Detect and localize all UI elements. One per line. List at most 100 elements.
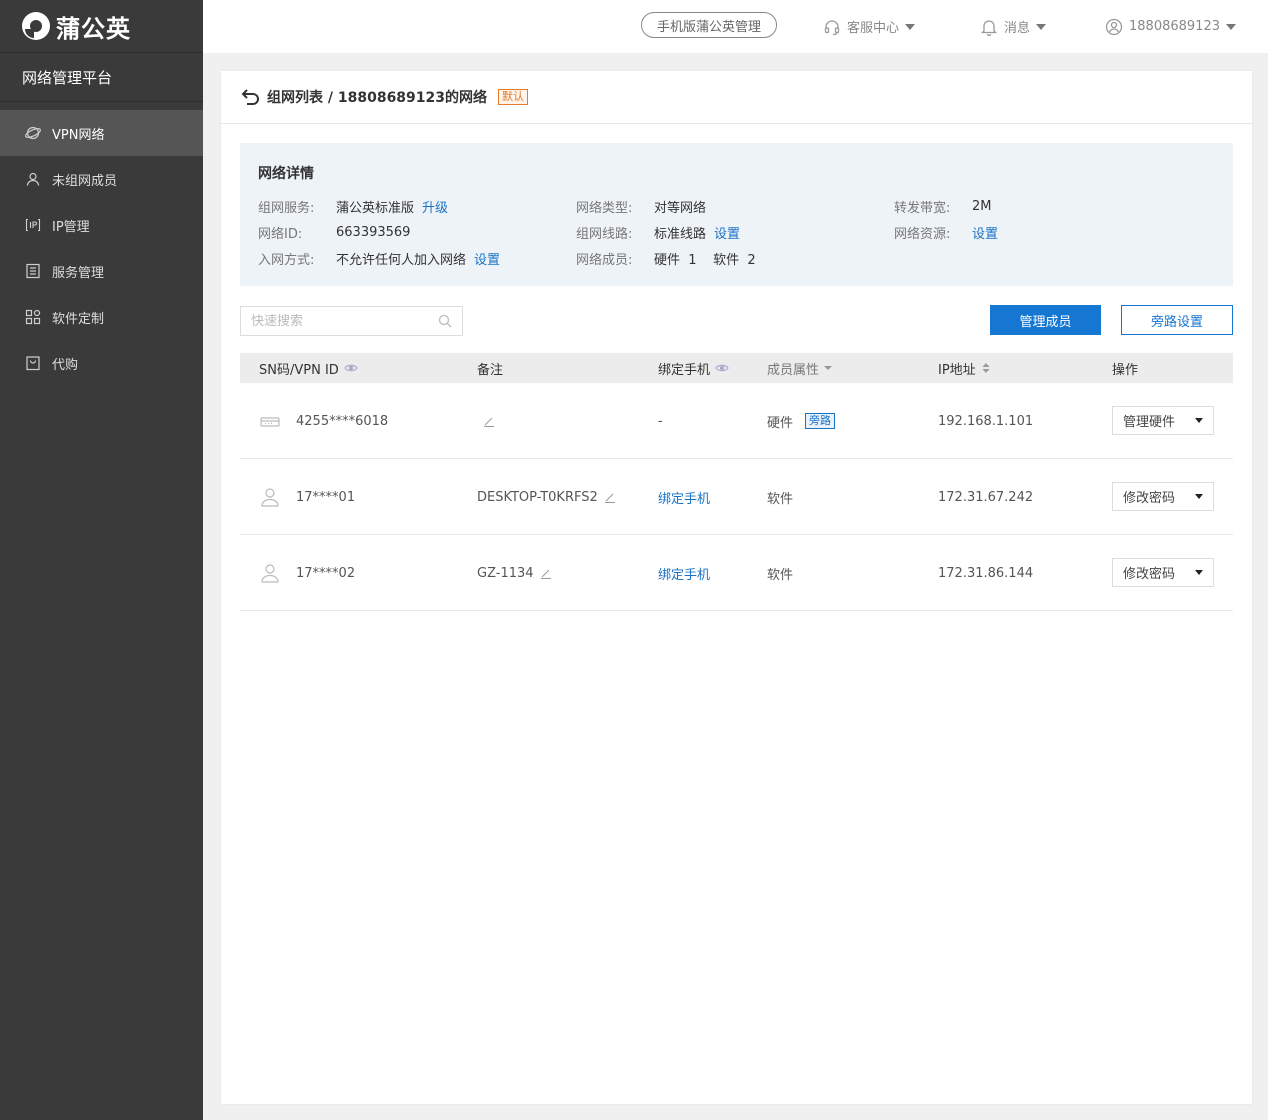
search-icon[interactable] <box>438 314 452 328</box>
details-row: 组网服务: 蒲公英标准版 升级 网络类型: 对等网络 转发带宽: 2M <box>258 197 1215 216</box>
logo-icon <box>22 12 50 40</box>
sidebar-item-service-management[interactable]: 服务管理 <box>0 248 203 294</box>
cell-ip: 192.168.1.101 <box>938 413 1034 429</box>
bypass-settings-button[interactable]: 旁路设置 <box>1121 305 1233 335</box>
mobile-version-button[interactable]: 手机版蒲公英管理 <box>641 12 777 38</box>
remark-value: GZ-1134 <box>477 565 534 581</box>
eye-icon[interactable] <box>344 363 358 373</box>
back-arrow-icon[interactable] <box>240 86 262 108</box>
cell-sn: 17****02 <box>259 535 355 611</box>
eye-icon[interactable] <box>715 363 729 373</box>
cell-ip: 172.31.67.242 <box>938 489 1034 505</box>
action-label: 管理硬件 <box>1123 415 1176 430</box>
cell-attr: 硬件 旁路 <box>767 383 836 459</box>
table-header: SN码/VPN ID 备注 绑定手机 成员属性 IP地址 操作 <box>240 353 1233 383</box>
logo[interactable]: 蒲公英 <box>0 0 203 53</box>
join-method-field: 入网方式: 不允许任何人加入网络 设置 <box>258 249 500 268</box>
sidebar-item-label: 软件定制 <box>52 311 105 327</box>
join-method-value: 不允许任何人加入网络 <box>336 253 467 268</box>
sn-value: 17****01 <box>296 489 356 505</box>
person-icon <box>261 488 279 507</box>
network-type-label: 网络类型: <box>576 201 633 216</box>
router-icon <box>260 417 280 427</box>
network-id-value: 663393569 <box>336 225 411 240</box>
grid-icon <box>24 308 42 326</box>
network-type-value: 对等网络 <box>654 201 707 216</box>
card-header: 组网列表 / 18808689123的网络 默认 <box>221 71 1252 124</box>
bandwidth-label: 转发带宽: <box>894 201 951 216</box>
filter-caret-icon <box>824 366 833 370</box>
sidebar-item-label: 服务管理 <box>52 265 105 281</box>
join-settings-link[interactable]: 设置 <box>474 249 500 268</box>
support-center-menu[interactable]: 客服中心 <box>823 0 916 53</box>
sidebar-item-label: 代购 <box>52 357 79 373</box>
sn-value: 17****02 <box>296 565 356 581</box>
messages-menu[interactable]: 消息 <box>980 0 1047 53</box>
edit-icon[interactable] <box>604 491 616 503</box>
manage-members-button[interactable]: 管理成员 <box>990 305 1101 335</box>
edit-icon[interactable] <box>483 415 495 427</box>
network-line-value: 标准线路 <box>654 227 707 242</box>
sidebar-item-label: VPN网络 <box>52 127 105 143</box>
resource-settings-link[interactable]: 设置 <box>972 223 998 242</box>
network-members-value: 硬件 1 软件 2 <box>654 253 756 268</box>
network-members-label: 网络成员: <box>576 253 633 268</box>
sidebar-item-label: IP管理 <box>52 219 90 235</box>
cell-attr: 软件 <box>767 567 794 583</box>
line-settings-link[interactable]: 设置 <box>714 223 740 242</box>
upgrade-link[interactable]: 升级 <box>422 197 448 216</box>
bell-icon <box>980 19 998 36</box>
search-input[interactable] <box>251 313 438 329</box>
cell-phone: - <box>658 413 663 429</box>
chevron-down-icon <box>1195 418 1203 423</box>
table-row: 17****01 DESKTOP-T0KRFS2 绑定手机 软件 172.31.… <box>240 459 1233 535</box>
sidebar-item-purchase[interactable]: 代购 <box>0 340 203 386</box>
column-header-attr[interactable]: 成员属性 <box>767 353 833 383</box>
cell-ip: 172.31.86.144 <box>938 565 1034 581</box>
sidebar-item-label: 未组网成员 <box>52 173 118 189</box>
sidebar-nav: VPN网络 未组网成员 IP管理 服务管理 软件定制 代购 <box>0 110 203 386</box>
table-row: 4255****6018 - 硬件 旁路 192.168.1.101 管理硬件 <box>240 383 1233 459</box>
account-menu[interactable]: 18808689123 <box>1105 0 1236 53</box>
sn-value: 4255****6018 <box>296 413 389 429</box>
network-detail-card: 组网列表 / 18808689123的网络 默认 网络详情 组网服务: 蒲公英标… <box>221 71 1252 1104</box>
account-icon <box>1105 18 1123 35</box>
column-header-ip[interactable]: IP地址 <box>938 353 991 383</box>
manage-hardware-dropdown[interactable]: 管理硬件 <box>1112 406 1214 435</box>
bandwidth-value: 2M <box>972 199 992 214</box>
action-label: 修改密码 <box>1123 491 1176 506</box>
bind-phone-link[interactable]: 绑定手机 <box>658 459 710 535</box>
change-password-dropdown[interactable]: 修改密码 <box>1112 558 1214 587</box>
network-type-field: 网络类型: 对等网络 <box>576 197 706 216</box>
sidebar-item-ip-management[interactable]: IP管理 <box>0 202 203 248</box>
edit-icon[interactable] <box>540 567 552 579</box>
headset-icon <box>824 19 840 35</box>
remark-value: DESKTOP-T0KRFS2 <box>477 489 598 505</box>
network-id-label: 网络ID: <box>258 227 303 242</box>
column-header-sn: SN码/VPN ID <box>259 353 358 383</box>
service-label: 组网服务: <box>258 201 315 216</box>
details-title: 网络详情 <box>258 166 314 182</box>
column-header-label: 成员属性 <box>767 362 820 378</box>
chevron-down-icon <box>1195 570 1203 575</box>
cell-sn: 4255****6018 <box>259 383 388 459</box>
network-resource-field: 网络资源: 设置 <box>894 223 998 242</box>
details-row: 网络ID: 663393569 组网线路: 标准线路 设置 网络资源: 设置 <box>258 223 1215 242</box>
column-header-label: SN码/VPN ID <box>259 362 339 378</box>
quick-search <box>240 306 463 336</box>
chevron-down-icon <box>1195 494 1203 499</box>
column-header-label: 绑定手机 <box>658 362 711 378</box>
bag-icon <box>24 354 42 372</box>
change-password-dropdown[interactable]: 修改密码 <box>1112 482 1214 511</box>
bypass-tag: 旁路 <box>805 413 836 429</box>
column-header-label: IP地址 <box>938 362 976 378</box>
sidebar-item-unjoined-members[interactable]: 未组网成员 <box>0 156 203 202</box>
network-id-field: 网络ID: 663393569 <box>258 223 410 242</box>
sidebar-item-vpn-network[interactable]: VPN网络 <box>0 110 203 156</box>
sidebar-item-software-customization[interactable]: 软件定制 <box>0 294 203 340</box>
breadcrumb: 组网列表 / 18808689123的网络 <box>267 90 488 106</box>
user-icon <box>24 170 42 188</box>
bind-phone-link[interactable]: 绑定手机 <box>658 535 710 611</box>
cell-remark: DESKTOP-T0KRFS2 <box>477 459 616 535</box>
top-header: 手机版蒲公英管理 客服中心 消息 18808689123 <box>203 0 1268 53</box>
